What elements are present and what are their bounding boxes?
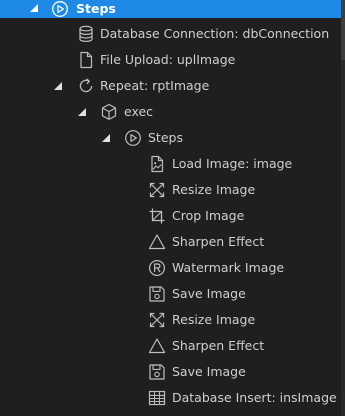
tree-item-label: Watermark Image	[172, 260, 285, 275]
tree-item-label: Repeat: rptImage	[100, 78, 210, 93]
play-circle-icon	[125, 130, 141, 146]
tree-item-crop-image[interactable]: Crop Image	[0, 203, 341, 229]
tree-item-label: Sharpen Effect	[172, 338, 265, 353]
tree-item-label: Resize Image	[172, 182, 256, 197]
registered-icon	[148, 259, 166, 277]
tree-item-label: Database Connection: dbConnection	[100, 26, 330, 41]
database-icon	[79, 25, 93, 43]
tree-item-label: Load Image: image	[172, 156, 293, 171]
play-circle-icon	[52, 1, 68, 17]
tree-item-repeat[interactable]: Repeat: rptImage	[0, 73, 341, 99]
tree-item-label: Crop Image	[172, 208, 245, 223]
tree-item-database-insert[interactable]: Database Insert: insImage	[0, 385, 341, 411]
file-icon	[80, 51, 93, 69]
tree-item-db-connection[interactable]: Database Connection: dbConnection	[0, 21, 341, 47]
expanded-arrow-icon[interactable]	[101, 133, 111, 143]
tree-item-sharpen-effect[interactable]: Sharpen Effect	[0, 333, 341, 359]
expanded-arrow-icon[interactable]	[77, 107, 87, 117]
repeat-icon	[79, 78, 93, 93]
tree-item-save-image[interactable]: Save Image	[0, 359, 341, 385]
tree-item-watermark-image[interactable]: Watermark Image	[0, 255, 341, 281]
triangle-icon	[148, 234, 166, 250]
tree-item-label: Database Insert: insImage	[172, 390, 337, 405]
tree-item-file-upload[interactable]: File Upload: uplImage	[0, 47, 341, 73]
tree-item-steps-inner[interactable]: Steps	[0, 125, 341, 151]
tree-item-label: Save Image	[172, 364, 246, 379]
vertical-scrollbar[interactable]	[341, 0, 345, 416]
tree-item-label: Sharpen Effect	[172, 234, 265, 249]
tree-item-resize-image[interactable]: Resize Image	[0, 177, 341, 203]
tree-item-save-image[interactable]: Save Image	[0, 281, 341, 307]
save-icon	[149, 364, 165, 380]
tree-item-steps-root[interactable]: Steps	[0, 0, 341, 18]
triangle-icon	[148, 338, 166, 354]
steps-tree: Steps Database Connection: dbConnection …	[0, 0, 341, 416]
tree-item-label: Save Image	[172, 286, 246, 301]
tree-item-label: Steps	[148, 130, 183, 145]
tree-item-sharpen-effect[interactable]: Sharpen Effect	[0, 229, 341, 255]
expanded-arrow-icon[interactable]	[29, 3, 39, 13]
cube-icon	[101, 103, 117, 120]
crop-icon	[149, 208, 165, 224]
tree-item-label: Steps	[76, 1, 116, 16]
tree-item-exec[interactable]: exec	[0, 99, 341, 125]
table-icon	[148, 390, 166, 406]
tree-item-load-image[interactable]: Load Image: image	[0, 151, 341, 177]
tree-item-label: exec	[124, 104, 154, 119]
tree-item-resize-image[interactable]: Resize Image	[0, 307, 341, 333]
tree-item-label: Resize Image	[172, 312, 256, 327]
resize-icon	[149, 312, 165, 328]
resize-icon	[149, 182, 165, 198]
image-file-icon	[151, 155, 164, 173]
tree-item-label: File Upload: uplImage	[100, 52, 236, 67]
scrollbar-thumb[interactable]	[341, 0, 345, 60]
expanded-arrow-icon[interactable]	[53, 81, 63, 91]
save-icon	[149, 286, 165, 302]
